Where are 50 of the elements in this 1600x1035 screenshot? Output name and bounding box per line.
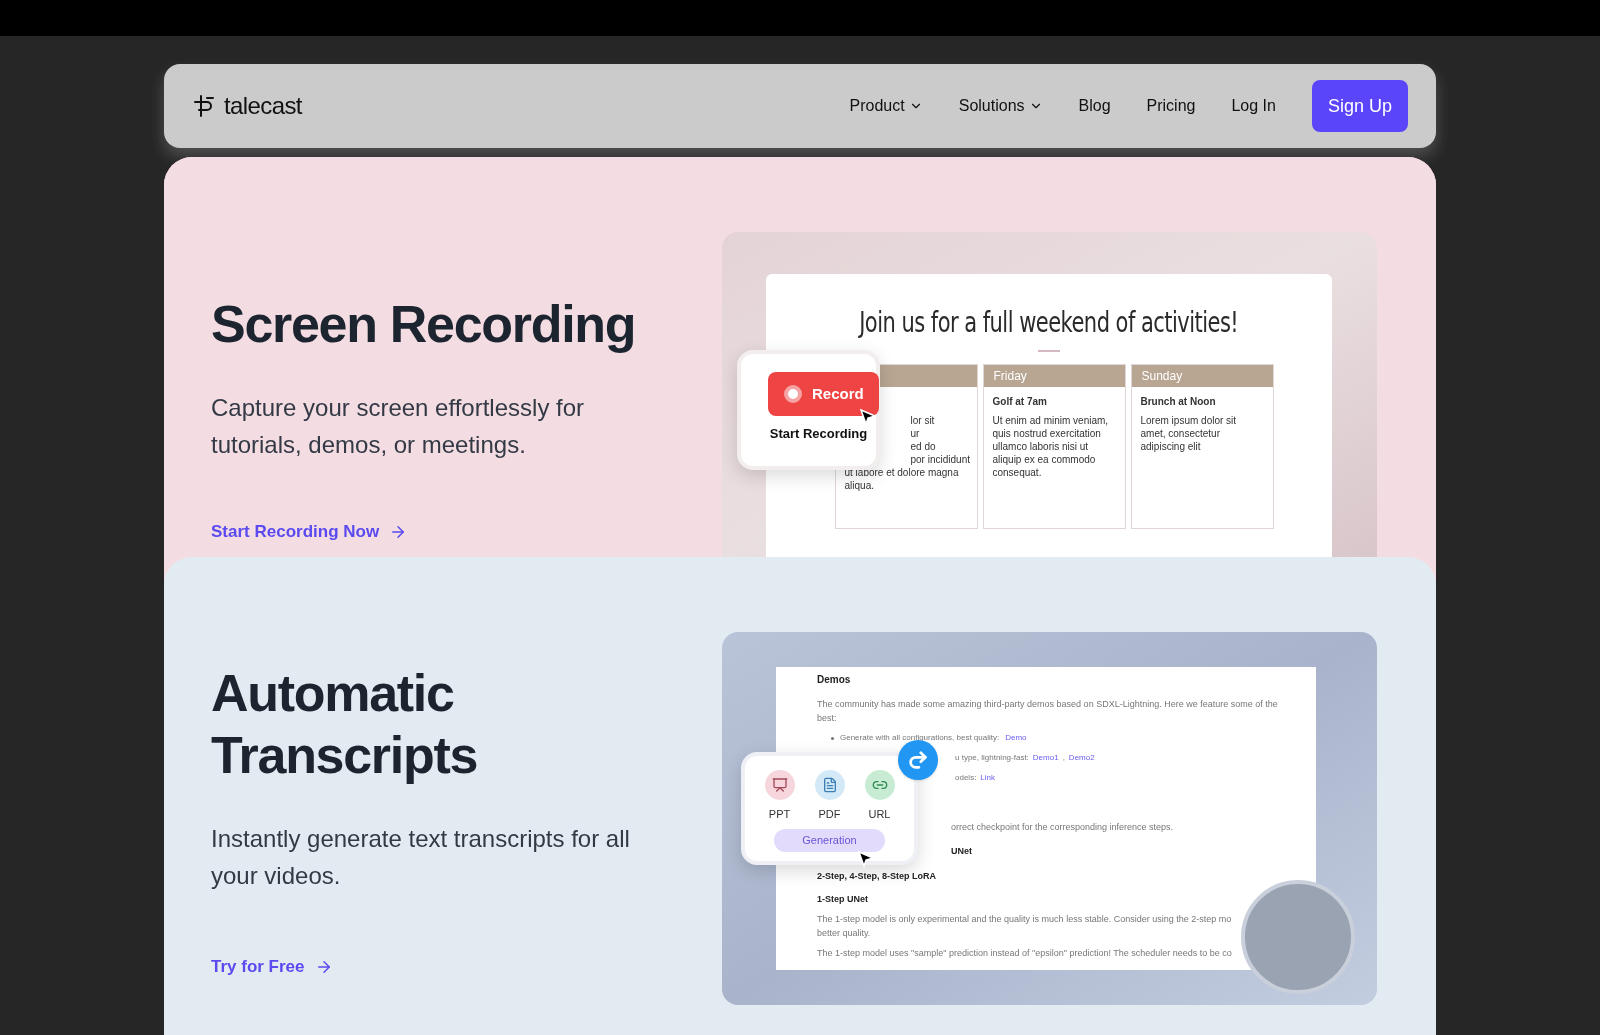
- format-label: PPT: [768, 807, 791, 822]
- format-label: URL: [868, 807, 891, 822]
- document-title: Demos: [817, 673, 852, 687]
- nav-link[interactable]: Log In: [1231, 94, 1276, 118]
- document-paragraph: better quality.: [817, 927, 872, 940]
- nav-link[interactable]: Blog: [1078, 94, 1111, 118]
- presentation-file-icon: [764, 770, 795, 800]
- demo-link[interactable]: Link: [980, 771, 996, 785]
- document-subheading: UNet: [951, 845, 972, 858]
- event-title: Golf at 7am: [992, 395, 1047, 408]
- cta-link[interactable]: Start Recording Now: [211, 519, 722, 545]
- format-label: PDF: [818, 807, 841, 822]
- event-text: ur: [910, 427, 920, 440]
- event-text: por incididunt: [910, 453, 970, 466]
- demo-link[interactable]: Demo2: [1068, 751, 1095, 765]
- section-heading: Automatic Transcripts: [211, 663, 479, 786]
- section-description: Capture your screen effortlessly for tutorials, demos, or meetings.: [211, 393, 586, 460]
- document-paragraph: orrect checkpoint for the corresponding inference steps.: [951, 821, 1174, 834]
- document-paragraph: The community has made some amazing third-party demos based on SDXL-Lightning. Here we feature some of the best:: [817, 698, 1279, 725]
- event-text: ed do: [910, 440, 936, 453]
- nav-link[interactable]: Solutions: [958, 94, 1043, 118]
- event-text: ut labore et dolore magna: [844, 466, 959, 479]
- event-text: lor sit: [910, 414, 935, 427]
- event-heading: Join us for a full weekend of activities!: [859, 305, 1239, 341]
- sign-up-button[interactable]: Sign Up: [1311, 80, 1408, 132]
- event-text: Lorem ipsum dolor sit amet, consectetur adipiscing elit: [1140, 414, 1238, 453]
- demo-link[interactable]: Demo1: [1032, 751, 1059, 765]
- start-recording-label: Start Recording: [769, 425, 868, 443]
- section-description: Instantly generate text transcripts for all your videos.: [211, 824, 631, 891]
- bullet-text: Generate with all configurations, best quality:: [840, 732, 1000, 744]
- logo-text: talecast: [224, 91, 302, 121]
- document-file-icon: [814, 770, 845, 800]
- document-subheading: 2-Step, 4-Step, 8-Step LoRA: [817, 870, 936, 883]
- day-label: Sunday: [1131, 365, 1273, 387]
- document-paragraph: The 1-step model uses "sample" prediction instead of "epsilon" prediction! The scheduler needs to be co: [817, 947, 1233, 960]
- bullet-text: odels:: [955, 772, 977, 784]
- event-text: Ut enim ad minim veniam, quis nostrud exercitation ullamco laboris nisi ut aliquip ex ea commodo consequat.: [992, 414, 1110, 479]
- document-paragraph: The 1-step model is only experimental and the quality is much less stable. Consider using the 2-step mo: [817, 913, 1233, 926]
- nav-link[interactable]: Product: [849, 94, 923, 118]
- link-icon: [864, 770, 895, 800]
- event-text: aliqua.: [844, 479, 874, 492]
- section-heading: Screen Recording: [211, 294, 637, 355]
- cta-link[interactable]: Try for Free: [211, 954, 722, 980]
- link-separator: ,: [1062, 752, 1065, 764]
- event-title: Brunch at Noon: [1140, 395, 1216, 408]
- nav-link[interactable]: Pricing: [1146, 94, 1196, 118]
- demo-link[interactable]: Demo: [1005, 731, 1027, 745]
- day-label: Friday: [983, 365, 1125, 387]
- document-subheading: 1-Step UNet: [817, 893, 868, 906]
- bullet-text: u type, lightning-fast:: [955, 752, 1029, 764]
